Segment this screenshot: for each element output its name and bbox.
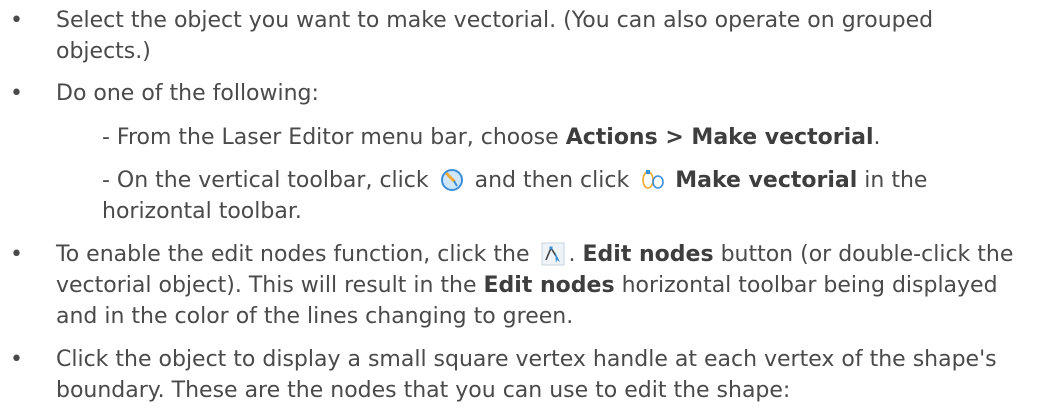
bullet: • [10,8,23,33]
option-text: - On the vertical toolbar, click [102,168,429,193]
option-text-end: . [873,125,881,150]
option-toolbar: - On the vertical toolbar, click and the… [0,165,1016,227]
edit-nodes-label: Edit nodes [483,273,615,298]
bullet: • [10,81,23,106]
bullet: • [10,242,23,267]
option-menu-bar: - From the Laser Editor menu bar, choose… [0,122,1016,153]
step-text-dot: . [568,242,576,267]
vectorial-tool-icon [440,168,464,192]
make-vectorial-icon [640,168,665,192]
make-vectorial-label: Make vectorial [675,168,858,193]
step-text: Click the object to display a small squa… [56,347,997,403]
step-do-one-of: • Do one of the following: [0,78,1016,109]
step-select-object: • Select the object you want to make vec… [0,5,1016,67]
step-text: Do one of the following: [56,81,319,106]
step-text: To enable the edit nodes function, click… [56,242,530,267]
step-edit-nodes: • To enable the edit nodes function, cli… [0,239,1016,332]
bullet: • [10,347,23,372]
menu-path: Actions > Make vectorial [565,125,874,150]
option-text: - From the Laser Editor menu bar, choose [102,125,559,150]
step-click-object: • Click the object to display a small sq… [0,344,1016,406]
option-text-mid: and then click [474,168,630,193]
edit-nodes-icon [541,242,565,266]
step-text: Select the object you want to make vecto… [56,8,934,64]
edit-nodes-label: Edit nodes [582,242,714,267]
